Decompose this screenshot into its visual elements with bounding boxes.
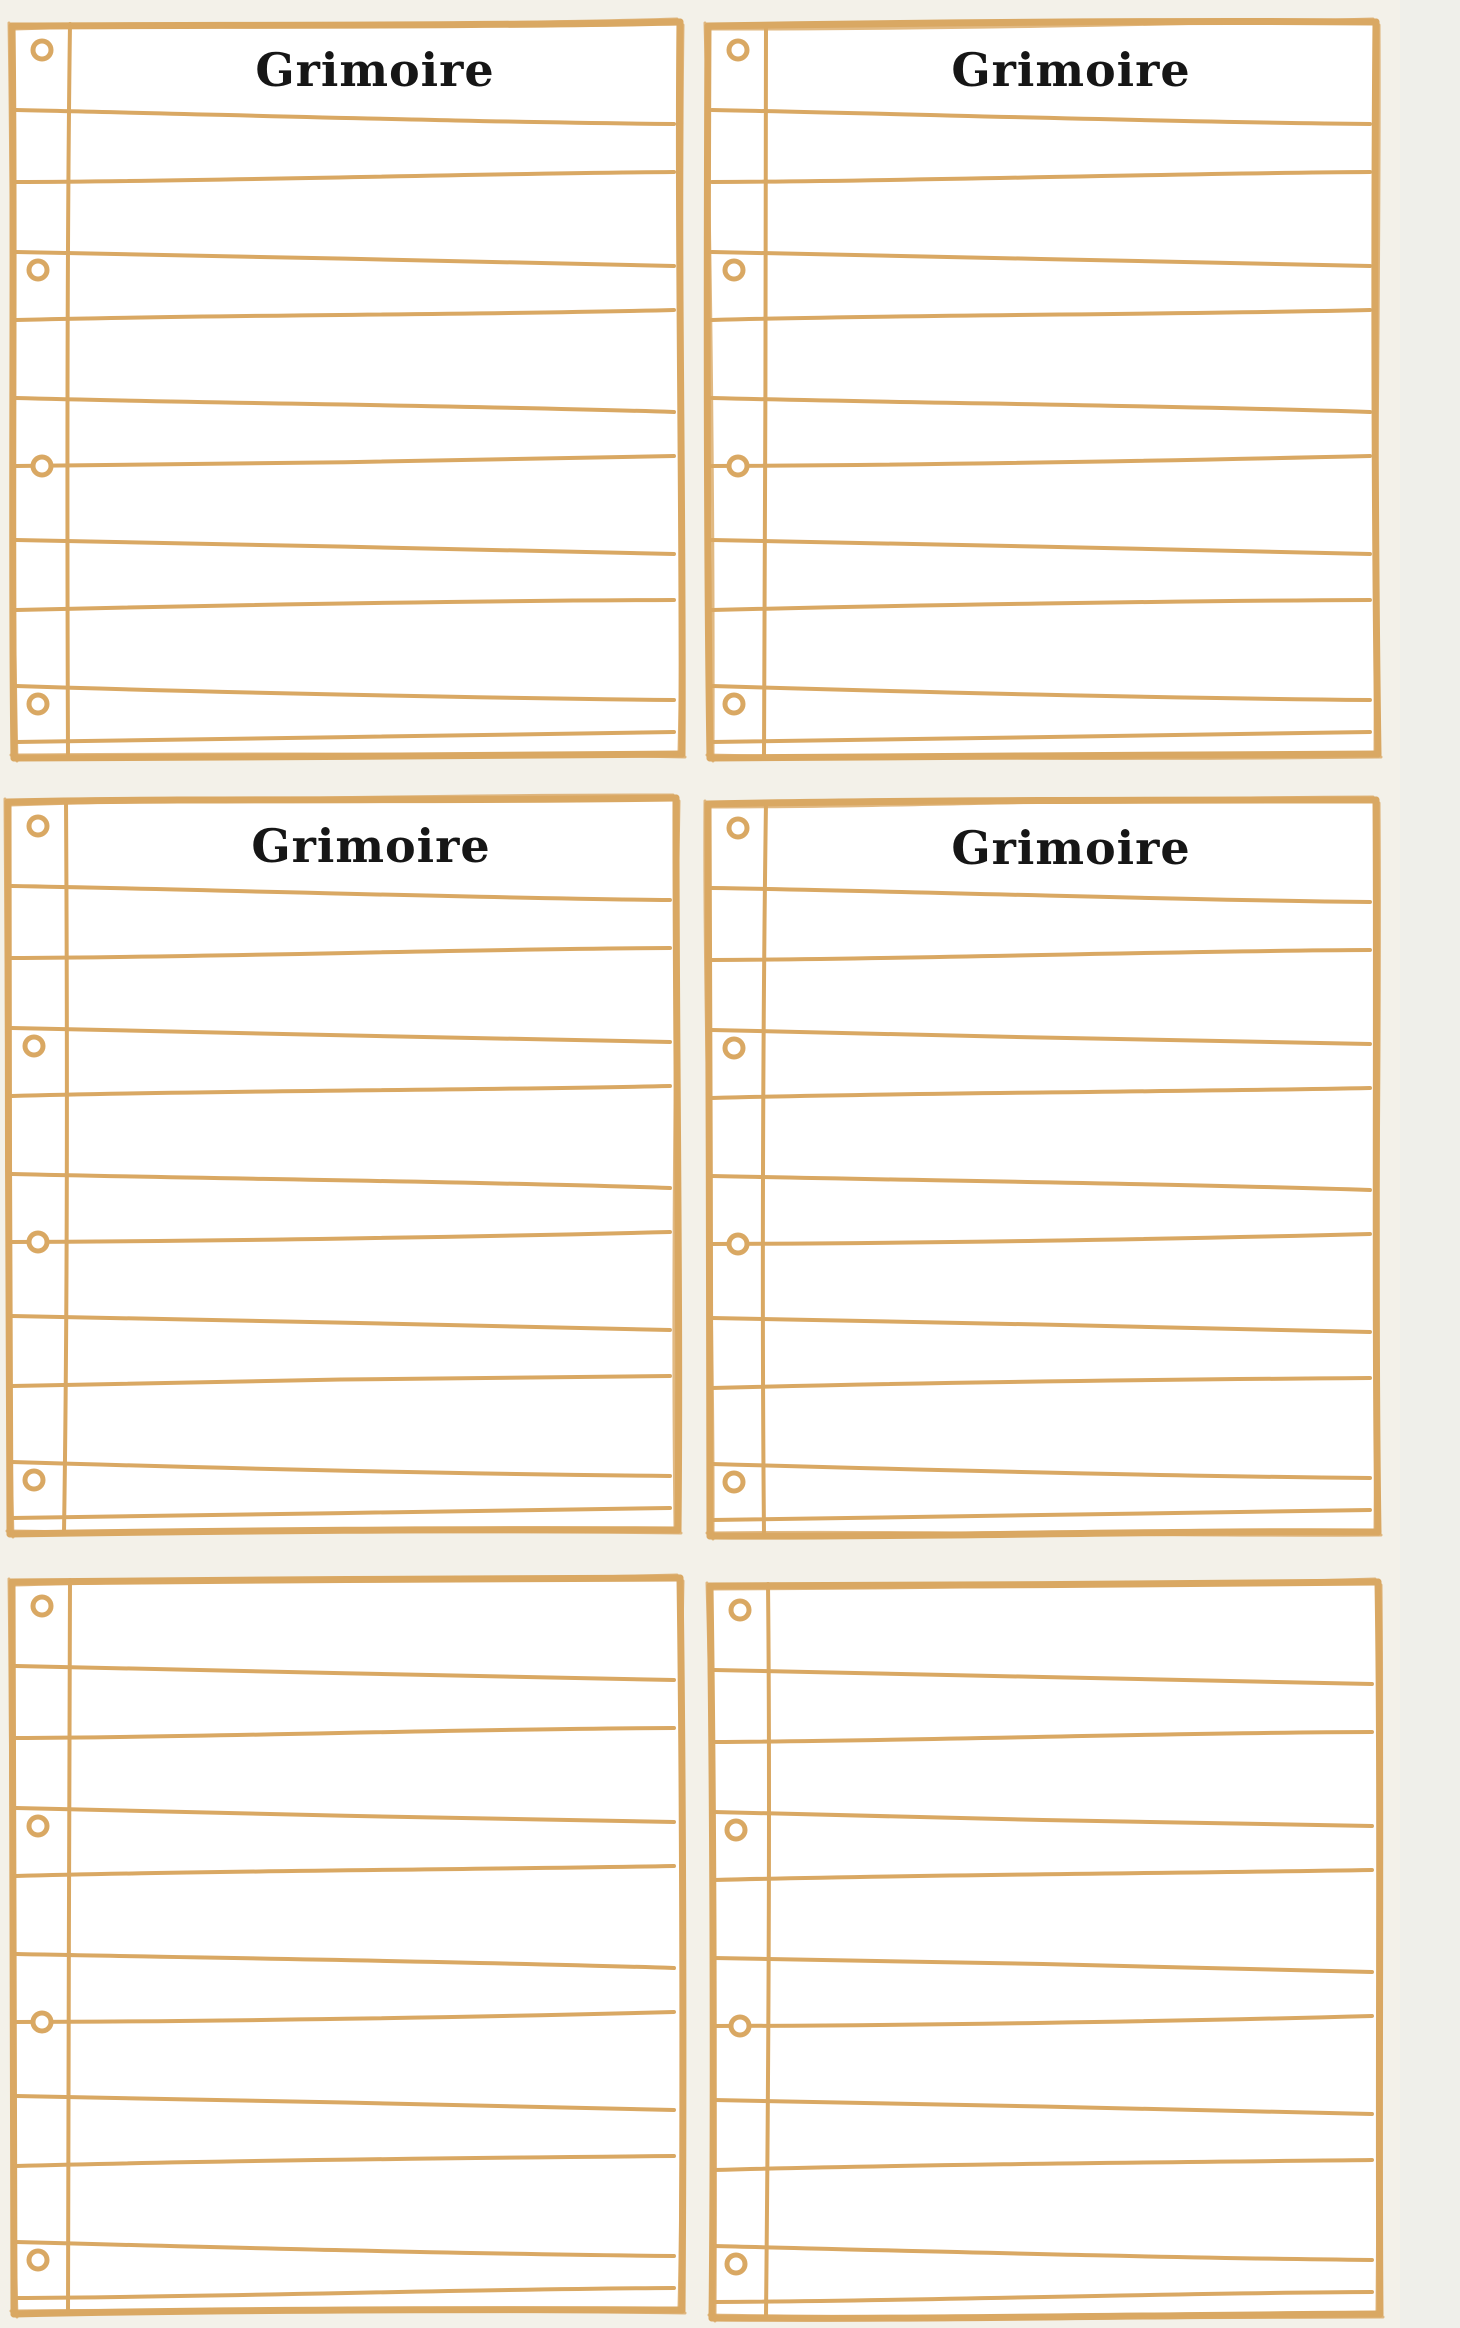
paper-fill — [708, 22, 1378, 758]
binder-hole-icon — [722, 692, 746, 716]
paper-fill — [8, 798, 678, 1534]
card-title — [772, 1600, 1374, 1660]
notebook-page — [7, 17, 687, 763]
card-title: Grimoire — [255, 43, 495, 97]
binder-hole-icon — [722, 258, 746, 282]
grimoire-card-1: Grimoire — [4, 14, 692, 768]
binder-hole-icon — [26, 258, 50, 282]
binder-hole-icon — [30, 454, 54, 478]
notebook-page — [703, 795, 1383, 1541]
card-title: Grimoire — [951, 821, 1191, 875]
card-title: Grimoire — [951, 43, 1191, 97]
binder-hole-icon — [728, 1598, 752, 1622]
margin-line — [761, 22, 769, 758]
margin-line — [66, 1578, 72, 2314]
binder-hole-icon — [726, 38, 750, 62]
binder-hole-icon — [724, 1818, 748, 1842]
binder-hole-icon — [30, 38, 54, 62]
card-title: Grimoire — [251, 819, 491, 873]
paper-fill — [710, 1582, 1380, 2318]
binder-hole-icon — [726, 1232, 750, 1256]
notebook-page — [3, 793, 683, 1539]
binder-hole-icon — [30, 1594, 54, 1618]
border-stroke — [5, 1529, 683, 1535]
grimoire-card-2: Grimoire — [700, 14, 1388, 768]
paper-fill — [12, 1578, 682, 2314]
grimoire-card-4: Grimoire — [700, 792, 1388, 1546]
binder-hole-icon — [26, 692, 50, 716]
blank-card-5 — [4, 1570, 692, 2324]
binder-hole-icon — [726, 816, 750, 840]
notebook-page — [703, 17, 1383, 763]
paper-fill — [708, 800, 1378, 1536]
paper-fill — [12, 22, 682, 758]
binder-hole-icon — [722, 1470, 746, 1494]
notebook-page — [705, 1577, 1385, 2323]
binder-hole-icon — [26, 814, 50, 838]
grimoire-card-3: Grimoire — [0, 790, 688, 1544]
card-sheet: Grimoire Grimoire Grimoire Grimoire — [0, 0, 1400, 2328]
binder-hole-icon — [22, 1468, 46, 1492]
binder-hole-icon — [30, 2010, 54, 2034]
card-title — [74, 1596, 676, 1656]
binder-hole-icon — [26, 2248, 50, 2272]
binder-hole-icon — [724, 2252, 748, 2276]
binder-hole-icon — [26, 1814, 50, 1838]
binder-hole-icon — [728, 2014, 752, 2038]
notebook-page — [7, 1573, 687, 2319]
binder-hole-icon — [726, 454, 750, 478]
binder-hole-icon — [26, 1230, 50, 1254]
blank-card-6 — [702, 1574, 1390, 2328]
binder-hole-icon — [22, 1034, 46, 1058]
binder-hole-icon — [722, 1036, 746, 1060]
